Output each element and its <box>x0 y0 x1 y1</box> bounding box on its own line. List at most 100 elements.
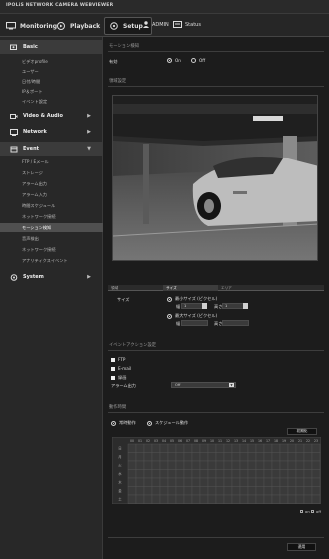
sidebar-item-audio-detection[interactable]: 音声検出 <box>22 236 39 242</box>
sidebar-item-ftp-email[interactable]: FTP / Eメール <box>22 159 49 165</box>
sidebar-item-ip-port[interactable]: IP＆ポート <box>22 89 43 95</box>
schedule-cell[interactable] <box>255 477 265 487</box>
schedule-cell[interactable] <box>271 494 281 504</box>
schedule-cell[interactable] <box>279 443 289 453</box>
schedule-cell[interactable] <box>135 486 145 496</box>
schedule-cell[interactable] <box>191 477 201 487</box>
schedule-cell[interactable] <box>231 477 241 487</box>
schedule-cell[interactable] <box>183 486 193 496</box>
schedule-cell[interactable] <box>263 469 273 479</box>
schedule-cell[interactable] <box>183 443 193 453</box>
schedule-cell[interactable] <box>143 460 153 470</box>
schedule-cell[interactable] <box>263 494 273 504</box>
schedule-cell[interactable] <box>207 460 217 470</box>
schedule-cell[interactable] <box>247 452 257 462</box>
sidebar-category-event[interactable]: Event ▼ <box>0 142 103 156</box>
schedule-cell[interactable] <box>271 486 281 496</box>
schedule-cell[interactable] <box>303 469 313 479</box>
schedule-cell[interactable] <box>239 443 249 453</box>
schedule-cell[interactable] <box>159 443 169 453</box>
action-ftp-checkbox[interactable]: FTP <box>111 357 125 362</box>
schedule-cell[interactable] <box>143 486 153 496</box>
sidebar-item-network-disconnect[interactable]: ネットワーク接続 <box>22 247 56 253</box>
tab-zone-size[interactable]: サイズ <box>163 285 218 291</box>
action-email-checkbox[interactable]: E-mail <box>111 366 131 371</box>
enable-off-radio[interactable]: Off <box>191 58 205 63</box>
tab-zone-region[interactable]: エリア <box>218 285 273 291</box>
schedule-cell[interactable] <box>127 477 137 487</box>
schedule-cell[interactable] <box>167 469 177 479</box>
schedule-cell[interactable] <box>167 486 177 496</box>
schedule-cell[interactable] <box>279 477 289 487</box>
schedule-cell[interactable] <box>223 494 233 504</box>
schedule-cell[interactable] <box>175 477 185 487</box>
schedule-cell[interactable] <box>311 486 321 496</box>
schedule-cell[interactable] <box>311 443 321 453</box>
schedule-cell[interactable] <box>287 443 297 453</box>
schedule-cell[interactable] <box>183 477 193 487</box>
schedule-cell[interactable] <box>215 494 225 504</box>
schedule-cell[interactable] <box>239 477 249 487</box>
min-width-input[interactable]: 1 <box>181 303 203 309</box>
schedule-cell[interactable] <box>135 494 145 504</box>
schedule-cell[interactable] <box>199 460 209 470</box>
schedule-cell[interactable] <box>303 460 313 470</box>
schedule-cell[interactable] <box>183 460 193 470</box>
schedule-cell[interactable] <box>127 452 137 462</box>
schedule-cell[interactable] <box>135 452 145 462</box>
schedule-cell[interactable] <box>151 494 161 504</box>
schedule-cell[interactable] <box>247 477 257 487</box>
schedule-cell[interactable] <box>175 443 185 453</box>
schedule-cell[interactable] <box>287 477 297 487</box>
schedule-cell[interactable] <box>231 494 241 504</box>
schedule-cell[interactable] <box>199 443 209 453</box>
schedule-cell[interactable] <box>191 460 201 470</box>
schedule-cell[interactable] <box>207 469 217 479</box>
schedule-cell[interactable] <box>175 460 185 470</box>
schedule-cell[interactable] <box>287 486 297 496</box>
schedule-cell[interactable] <box>215 469 225 479</box>
schedule-cell[interactable] <box>311 460 321 470</box>
schedule-cell[interactable] <box>127 486 137 496</box>
tab-monitoring[interactable]: Monitoring <box>6 17 57 35</box>
schedule-cell[interactable] <box>287 452 297 462</box>
max-width-input[interactable] <box>181 320 208 326</box>
schedule-cell[interactable] <box>207 443 217 453</box>
schedule-cell[interactable] <box>303 477 313 487</box>
schedule-cell[interactable] <box>127 443 137 453</box>
schedule-cell[interactable] <box>183 494 193 504</box>
min-size-radio[interactable]: 最小サイズ (ピクセル) <box>167 296 217 302</box>
schedule-cell[interactable] <box>287 494 297 504</box>
schedule-cell[interactable] <box>271 452 281 462</box>
schedule-cell[interactable] <box>151 477 161 487</box>
schedule-cell[interactable] <box>239 494 249 504</box>
schedule-cell[interactable] <box>127 469 137 479</box>
enable-on-radio[interactable]: On <box>167 58 181 63</box>
schedule-cell[interactable] <box>159 469 169 479</box>
schedule-cell[interactable] <box>207 494 217 504</box>
schedule-cell[interactable] <box>175 494 185 504</box>
tab-playback[interactable]: Playback <box>56 17 100 35</box>
schedule-cell[interactable] <box>303 452 313 462</box>
sidebar-category-network[interactable]: Network ▶ <box>0 125 103 139</box>
schedule-cell[interactable] <box>231 443 241 453</box>
schedule-cell[interactable] <box>255 494 265 504</box>
user-menu[interactable]: ADMIN <box>143 21 169 28</box>
schedule-cell[interactable] <box>247 469 257 479</box>
schedule-cell[interactable] <box>191 443 201 453</box>
schedule-cell[interactable] <box>223 486 233 496</box>
schedule-cell[interactable] <box>239 460 249 470</box>
schedule-cell[interactable] <box>239 486 249 496</box>
schedule-cell[interactable] <box>191 469 201 479</box>
sidebar-item-alarm-input[interactable]: アラーム入力 <box>22 192 47 198</box>
schedule-cell[interactable] <box>215 460 225 470</box>
schedule-cell[interactable] <box>215 486 225 496</box>
schedule-cell[interactable] <box>311 452 321 462</box>
schedule-cell[interactable] <box>271 469 281 479</box>
schedule-cell[interactable] <box>239 469 249 479</box>
schedule-cell[interactable] <box>215 452 225 462</box>
sidebar-category-basic[interactable]: Basic <box>0 40 103 54</box>
schedule-cell[interactable] <box>295 486 305 496</box>
schedule-cell[interactable] <box>167 477 177 487</box>
schedule-cell[interactable] <box>279 494 289 504</box>
